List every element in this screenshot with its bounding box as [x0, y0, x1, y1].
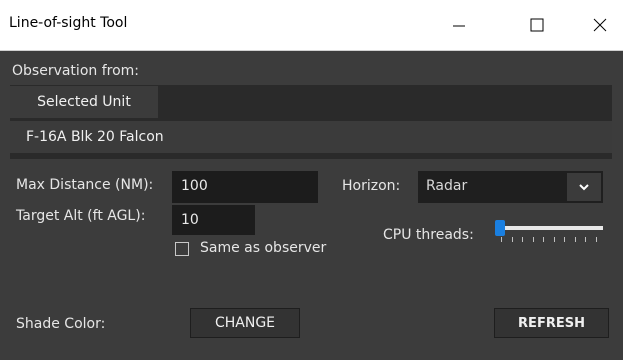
horizon-select[interactable]: Radar — [418, 171, 603, 203]
slider-tick — [553, 237, 555, 242]
same-as-observer-label: Same as observer — [200, 240, 327, 256]
slider-tick — [532, 237, 534, 242]
minimize-icon — [453, 25, 465, 27]
shade-color-label: Shade Color: — [16, 316, 106, 332]
close-button[interactable] — [577, 0, 623, 50]
observation-panel: Selected Unit F-16A Blk 20 Falcon — [10, 85, 612, 159]
slider-tick — [574, 237, 576, 242]
observation-label: Observation from: — [12, 63, 139, 79]
slider-tick — [543, 237, 544, 242]
slider-tick — [585, 237, 586, 242]
minimize-button[interactable] — [436, 0, 482, 50]
slider-tick — [564, 237, 565, 242]
cpu-threads-slider-track[interactable] — [495, 226, 603, 230]
max-distance-input[interactable]: 100 — [172, 171, 318, 203]
title-bar: Line-of-sight Tool — [0, 0, 623, 51]
cpu-threads-label: CPU threads: — [383, 227, 474, 243]
slider-tick — [595, 237, 597, 242]
unit-name: F-16A Blk 20 Falcon — [26, 129, 164, 145]
horizon-selected-value: Radar — [426, 178, 468, 194]
horizon-label: Horizon: — [342, 178, 401, 194]
chevron-down-icon — [579, 184, 589, 191]
max-distance-label: Max Distance (NM): — [16, 177, 154, 193]
target-alt-input[interactable]: 10 — [172, 205, 255, 235]
slider-tick — [501, 237, 502, 242]
same-as-observer-checkbox[interactable] — [175, 242, 189, 256]
maximize-icon — [530, 18, 544, 32]
dropdown-button[interactable] — [567, 173, 601, 201]
dialog-content: Observation from: Selected Unit F-16A Bl… — [0, 51, 623, 360]
window-title: Line-of-sight Tool — [9, 15, 128, 31]
slider-tick — [511, 237, 513, 242]
unit-list-item[interactable]: F-16A Blk 20 Falcon — [10, 121, 612, 153]
maximize-button[interactable] — [514, 0, 560, 50]
change-color-button[interactable]: CHANGE — [190, 308, 300, 338]
refresh-button[interactable]: REFRESH — [494, 308, 609, 338]
slider-tick — [522, 237, 523, 242]
tab-selected-unit[interactable]: Selected Unit — [10, 86, 158, 118]
target-alt-label: Target Alt (ft AGL): — [16, 208, 146, 224]
cpu-threads-slider-thumb[interactable] — [495, 220, 505, 236]
close-icon — [593, 18, 607, 32]
